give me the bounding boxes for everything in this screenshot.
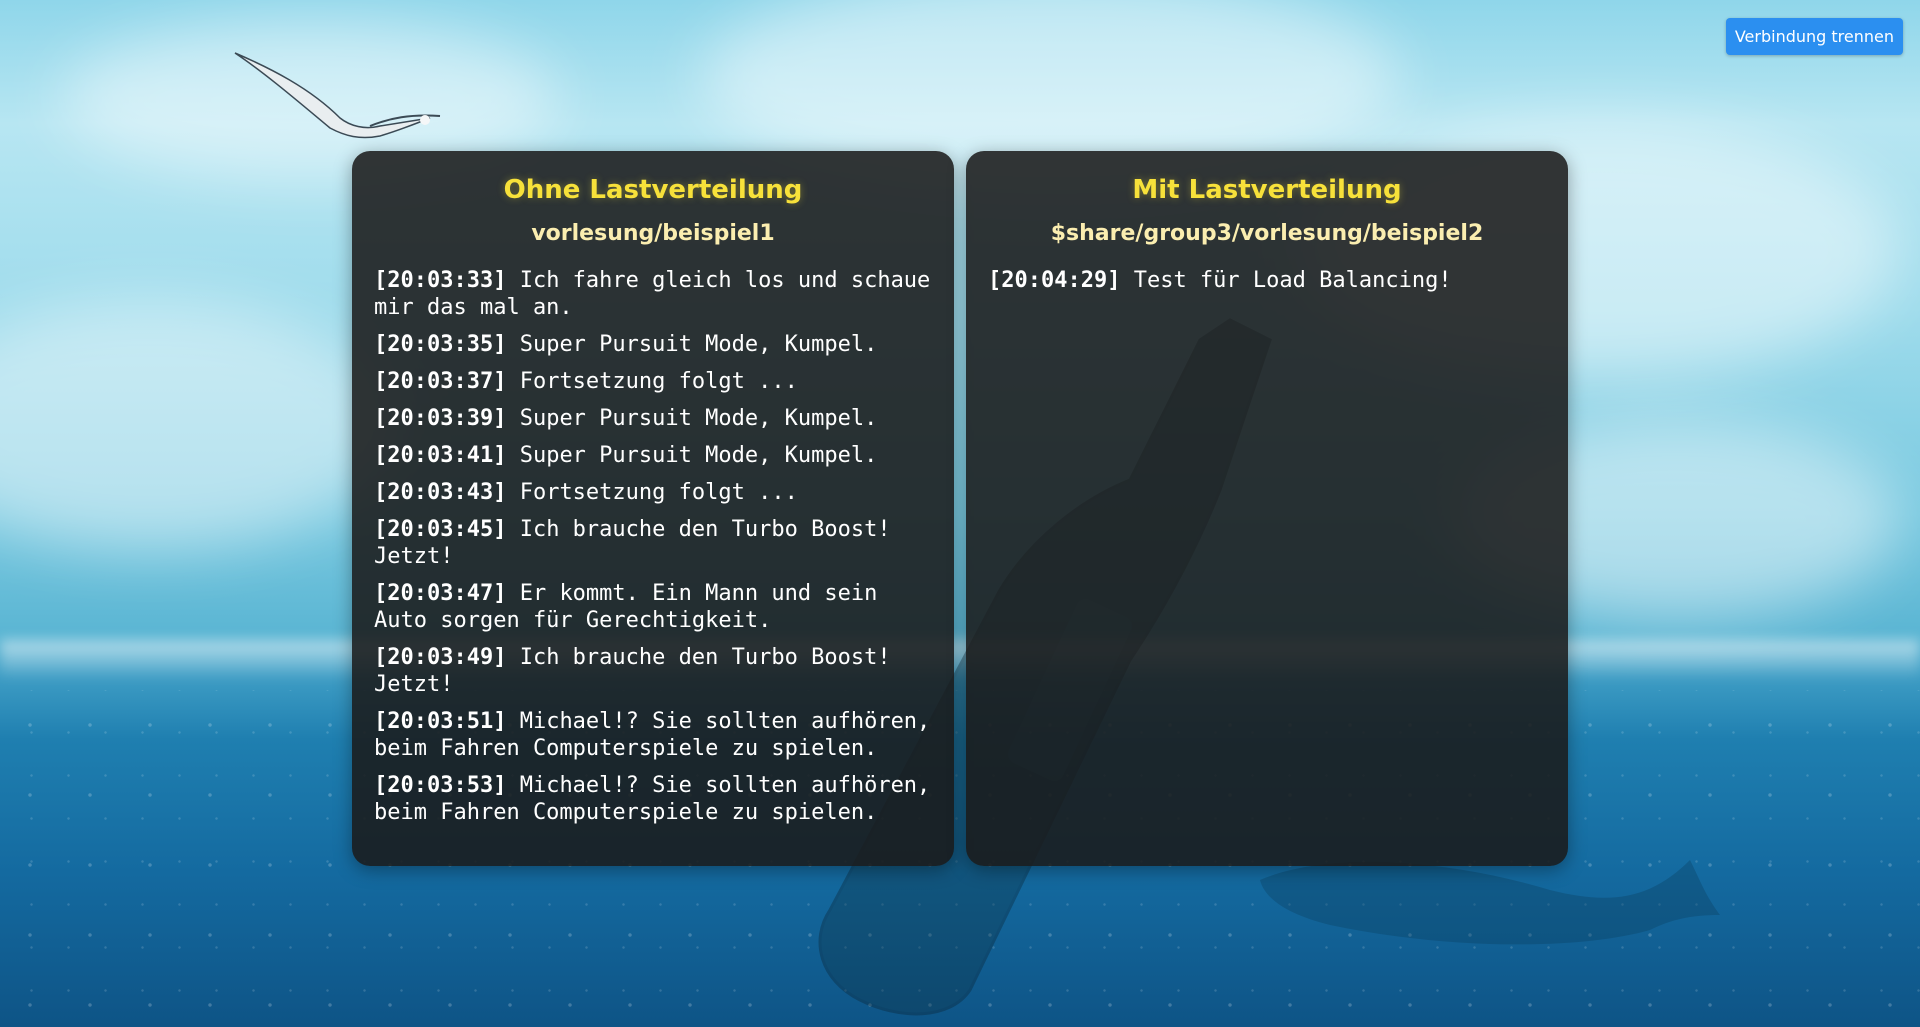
panels-container: Ohne Lastverteilung vorlesung/beispiel1 … xyxy=(352,151,1568,866)
panel-title: Mit Lastverteilung xyxy=(1132,175,1402,205)
panel-without-load-balancing: Ohne Lastverteilung vorlesung/beispiel1 … xyxy=(352,151,954,866)
message-item: [20:03:45] Ich brauche den Turbo Boost! … xyxy=(374,516,932,570)
message-item: [20:03:37] Fortsetzung folgt ... xyxy=(374,368,932,395)
message-timestamp: [20:03:39] xyxy=(374,406,507,431)
panel-topic: vorlesung/beispiel1 xyxy=(531,221,775,246)
panel-with-load-balancing: Mit Lastverteilung $share/group3/vorlesu… xyxy=(966,151,1568,866)
message-list[interactable]: [20:03:33] Ich fahre gleich los und scha… xyxy=(374,267,932,844)
message-timestamp: [20:03:45] xyxy=(374,517,507,542)
message-timestamp: [20:03:49] xyxy=(374,645,507,670)
message-item: [20:04:29] Test für Load Balancing! xyxy=(988,267,1546,294)
message-timestamp: [20:03:37] xyxy=(374,369,507,394)
message-item: [20:03:43] Fortsetzung folgt ... xyxy=(374,479,932,506)
message-text: Fortsetzung folgt ... xyxy=(519,480,798,505)
message-text: Super Pursuit Mode, Kumpel. xyxy=(519,332,878,357)
message-timestamp: [20:03:41] xyxy=(374,443,507,468)
panel-topic: $share/group3/vorlesung/beispiel2 xyxy=(1050,221,1484,246)
message-timestamp: [20:03:33] xyxy=(374,268,507,293)
message-timestamp: [20:03:35] xyxy=(374,332,507,357)
message-item: [20:03:33] Ich fahre gleich los und scha… xyxy=(374,267,932,321)
message-timestamp: [20:03:47] xyxy=(374,581,507,606)
seagull-icon xyxy=(234,52,441,139)
message-text: Super Pursuit Mode, Kumpel. xyxy=(519,443,878,468)
message-list[interactable]: [20:04:29] Test für Load Balancing! xyxy=(988,267,1546,844)
panel-title: Ohne Lastverteilung xyxy=(503,175,803,205)
message-item: [20:03:53] Michael!? Sie sollten aufhöre… xyxy=(374,772,932,826)
message-text: Fortsetzung folgt ... xyxy=(519,369,798,394)
message-item: [20:03:49] Ich brauche den Turbo Boost! … xyxy=(374,644,932,698)
message-item: [20:03:39] Super Pursuit Mode, Kumpel. xyxy=(374,405,932,432)
message-timestamp: [20:04:29] xyxy=(988,268,1121,293)
disconnect-button[interactable]: Verbindung trennen xyxy=(1725,18,1903,55)
message-timestamp: [20:03:51] xyxy=(374,709,507,734)
message-item: [20:03:51] Michael!? Sie sollten aufhöre… xyxy=(374,708,932,762)
message-timestamp: [20:03:43] xyxy=(374,480,507,505)
message-item: [20:03:47] Er kommt. Ein Mann und sein A… xyxy=(374,580,932,634)
message-text: Super Pursuit Mode, Kumpel. xyxy=(519,406,878,431)
message-item: [20:03:41] Super Pursuit Mode, Kumpel. xyxy=(374,442,932,469)
message-item: [20:03:35] Super Pursuit Mode, Kumpel. xyxy=(374,331,932,358)
message-timestamp: [20:03:53] xyxy=(374,773,507,798)
message-text: Test für Load Balancing! xyxy=(1133,268,1452,293)
